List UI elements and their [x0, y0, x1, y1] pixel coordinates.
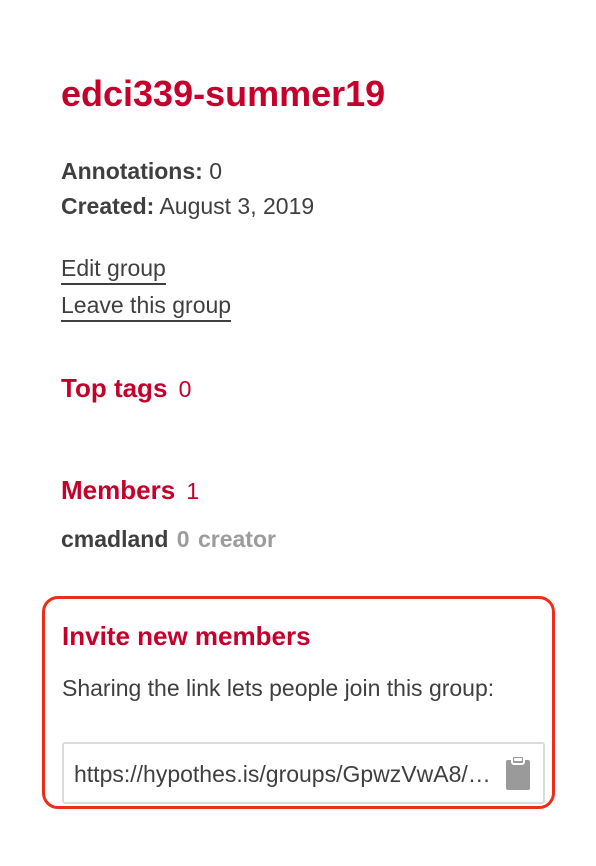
share-link-input[interactable]	[74, 754, 502, 794]
share-link-field	[62, 742, 545, 804]
created-row: Created: August 3, 2019	[61, 189, 314, 224]
invite-heading: Invite new members	[62, 621, 311, 651]
top-tags-heading: Top tags 0	[61, 371, 191, 406]
members-count: 1	[186, 478, 200, 504]
group-sidebar: edci339-summer19 Annotations: 0 Created:…	[0, 0, 596, 866]
edit-group-link[interactable]: Edit group	[61, 253, 166, 285]
members-heading: Members 1	[61, 473, 199, 508]
group-meta: Annotations: 0 Created: August 3, 2019	[61, 154, 314, 224]
annotations-label: Annotations:	[61, 158, 203, 184]
clipboard-icon[interactable]	[503, 754, 533, 792]
member-name[interactable]: cmadland	[61, 526, 168, 552]
top-tags-label: Top tags	[61, 373, 168, 403]
invite-description: Sharing the link lets people join this g…	[62, 675, 495, 701]
member-annotation-count: 0	[176, 526, 190, 552]
members-label: Members	[61, 475, 176, 505]
annotations-value: 0	[209, 158, 222, 184]
group-title: edci339-summer19	[61, 73, 386, 114]
top-tags-count: 0	[178, 376, 192, 402]
annotations-row: Annotations: 0	[61, 154, 314, 189]
member-list-item: cmadland 0 creator	[61, 523, 276, 555]
group-actions: Edit group Leave this group	[61, 251, 232, 325]
leave-group-link[interactable]: Leave this group	[61, 290, 232, 322]
created-value: August 3, 2019	[159, 193, 315, 219]
invite-members-panel: Invite new members Sharing the link lets…	[42, 596, 555, 809]
created-label: Created:	[61, 193, 155, 219]
member-role: creator	[197, 526, 276, 552]
